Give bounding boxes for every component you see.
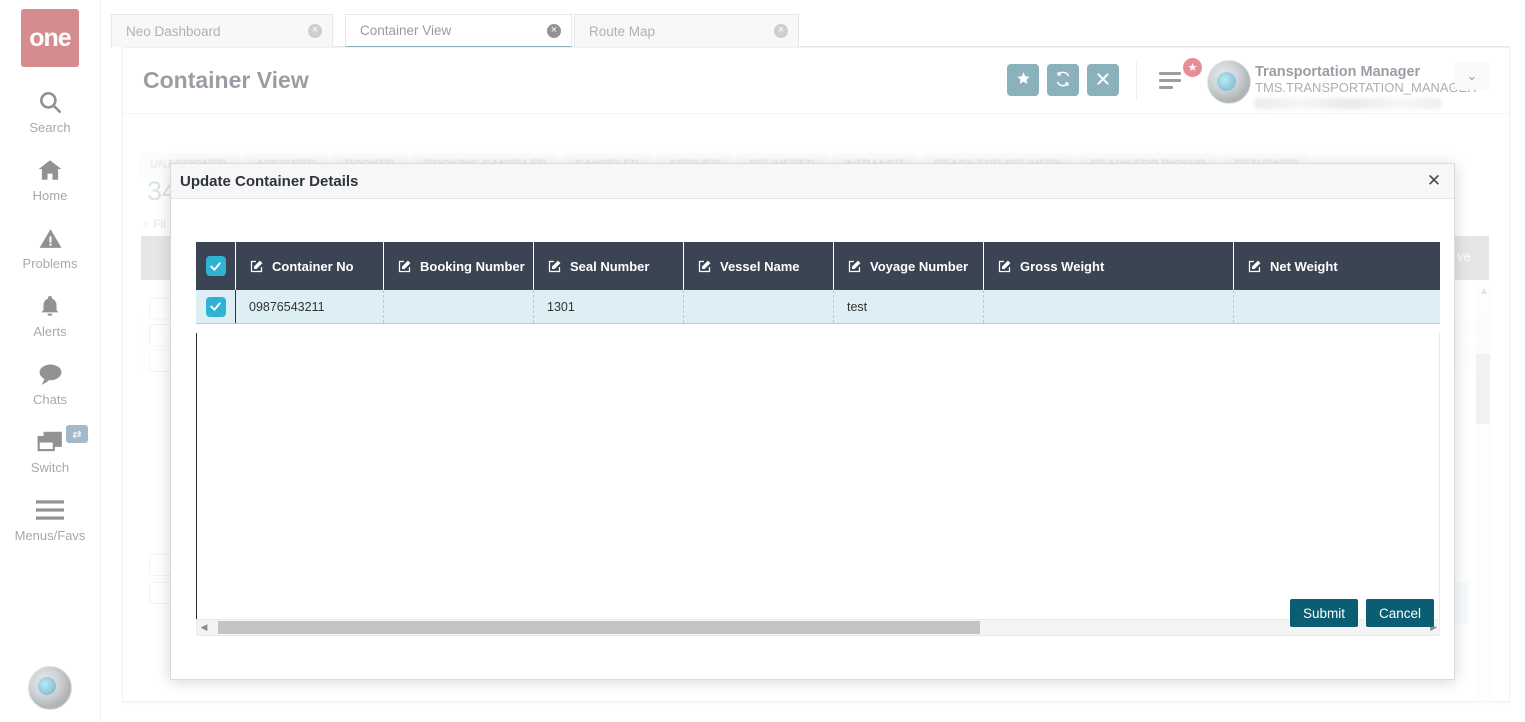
row-select-checkbox[interactable]	[205, 296, 226, 317]
submit-button[interactable]: Submit	[1290, 599, 1358, 627]
column-header-label: Booking Number	[420, 258, 525, 274]
select-all-checkbox-cell	[196, 242, 236, 290]
column-header-label: Net Weight	[1270, 258, 1338, 274]
edit-pencil-icon	[847, 259, 862, 274]
cell-vessel-name[interactable]	[684, 290, 834, 323]
cell-booking-number[interactable]	[384, 290, 534, 323]
column-header-vessel-name[interactable]: Vessel Name	[684, 242, 834, 290]
edit-pencil-icon	[397, 259, 412, 274]
column-header-container-no[interactable]: Container No	[236, 242, 384, 290]
cell-voyage-number[interactable]: test	[834, 290, 984, 323]
edit-pencil-icon	[547, 259, 562, 274]
column-header-label: Vessel Name	[720, 258, 800, 274]
cell-seal-number[interactable]: 1301	[534, 290, 684, 323]
dialog-title: Update Container Details	[180, 172, 359, 190]
edit-pencil-icon	[249, 259, 264, 274]
column-header-booking-number[interactable]: Booking Number	[384, 242, 534, 290]
application-window: one Search Home Problems Alerts	[0, 0, 1525, 722]
edit-pencil-icon	[1247, 259, 1262, 274]
cell-net-weight[interactable]	[1234, 290, 1440, 323]
select-all-checkbox[interactable]	[205, 256, 226, 276]
column-header-label: Container No	[272, 258, 354, 274]
grid-header-row: Container No Booking Number Seal Number	[196, 242, 1440, 290]
cell-container-no[interactable]: 09876543211	[236, 290, 384, 323]
column-header-label: Voyage Number	[870, 258, 969, 274]
column-header-seal-number[interactable]: Seal Number	[534, 242, 684, 290]
container-details-grid: Container No Booking Number Seal Number	[196, 242, 1440, 324]
dialog-body: Container No Booking Number Seal Number	[171, 199, 1454, 644]
edit-pencil-icon	[997, 259, 1012, 274]
cancel-button[interactable]: Cancel	[1366, 599, 1434, 627]
close-icon[interactable]: ✕	[1424, 172, 1444, 192]
column-header-voyage-number[interactable]: Voyage Number	[834, 242, 984, 290]
update-container-details-dialog: Update Container Details ✕ Container No …	[170, 163, 1455, 680]
column-header-net-weight[interactable]: Net Weight	[1234, 242, 1440, 290]
dialog-footer: Submit Cancel	[171, 582, 1454, 644]
column-header-gross-weight[interactable]: Gross Weight	[984, 242, 1234, 290]
edit-pencil-icon	[697, 259, 712, 274]
table-row[interactable]: 09876543211 1301 test	[196, 290, 1440, 324]
row-select-checkbox-cell	[196, 290, 236, 323]
dialog-header: Update Container Details ✕	[171, 164, 1454, 199]
column-header-label: Gross Weight	[1020, 258, 1105, 274]
column-header-label: Seal Number	[570, 258, 650, 274]
cell-gross-weight[interactable]	[984, 290, 1234, 323]
grid-empty-area	[196, 333, 1440, 623]
